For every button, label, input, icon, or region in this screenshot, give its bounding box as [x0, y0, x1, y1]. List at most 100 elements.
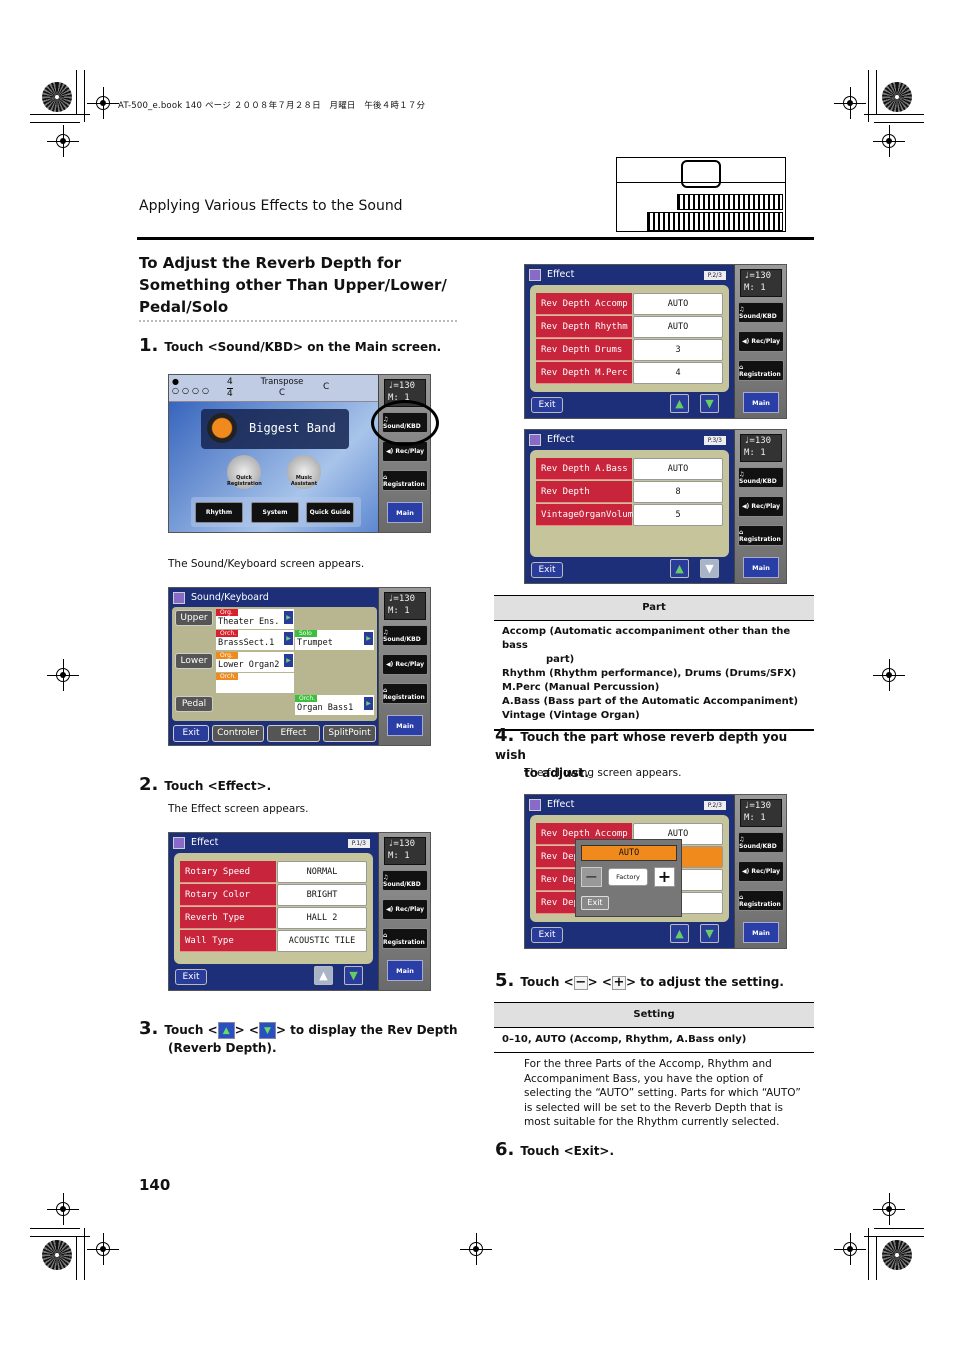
side-panel: ♩=130 M: 1 ♫ Sound/KBD ◀) Rec/Play ⌂ Regi…: [734, 265, 786, 418]
effect-value[interactable]: HALL 2: [277, 907, 367, 929]
rhythm-display[interactable]: Biggest Band: [201, 409, 349, 449]
system-button[interactable]: System: [251, 502, 299, 523]
transpose[interactable]: Transpose C: [257, 377, 307, 399]
registration-target-mark: [882, 82, 912, 112]
tone-cell[interactable]: Orch. BrassSect.1 ▶: [216, 630, 294, 650]
decrement-button[interactable]: −: [581, 867, 602, 887]
effect-row[interactable]: Rotary Color BRIGHT: [180, 884, 367, 906]
exit-button[interactable]: Exit: [531, 927, 563, 943]
rec-play-button[interactable]: ◀) Rec/Play: [382, 899, 428, 920]
effect-value[interactable]: AUTO: [633, 316, 723, 338]
rec-play-button[interactable]: ◀) Rec/Play: [382, 654, 428, 675]
sound-kbd-button[interactable]: ♫ Sound/KBD: [738, 467, 784, 488]
transpose-label: Transpose: [260, 377, 304, 387]
scroll-up-button[interactable]: ▲: [314, 966, 333, 985]
effect-button[interactable]: Effect: [267, 725, 320, 742]
tone-select-arrow[interactable]: ▶: [364, 632, 373, 645]
popup-exit-button[interactable]: Exit: [581, 896, 609, 910]
main-button[interactable]: Main: [387, 502, 423, 523]
side-panel: ♩=130 M: 1 ♫ Sound/KBD ◀) Rec/Play ⌂ Regi…: [378, 588, 430, 745]
step-text: Touch <Exit>.: [520, 1144, 615, 1158]
exit-button[interactable]: Exit: [531, 562, 563, 578]
highlight-circle: [371, 400, 439, 446]
tone-select-arrow[interactable]: ▶: [284, 611, 293, 624]
effect-value[interactable]: NORMAL: [277, 861, 367, 883]
measure-value: M: 1: [388, 606, 410, 616]
exit-button[interactable]: Exit: [531, 397, 563, 413]
tone-cell[interactable]: Solo Trumpet ▶: [295, 630, 374, 650]
organ-upper-keys: [677, 194, 783, 210]
tone-name: Trumpet: [297, 638, 333, 648]
scroll-up-button[interactable]: ▲: [670, 394, 689, 413]
tone-select-arrow[interactable]: ▶: [284, 632, 293, 645]
effect-value[interactable]: 4: [633, 362, 723, 384]
sound-kbd-button[interactable]: ♫ Sound/KBD: [738, 302, 784, 323]
effect-value[interactable]: AUTO: [633, 293, 723, 315]
effect-row[interactable]: Rev Depth Drums 3: [536, 339, 723, 361]
effect-value[interactable]: 3: [633, 339, 723, 361]
scroll-up-button[interactable]: ▲: [670, 559, 689, 578]
exit-button[interactable]: Exit: [173, 725, 209, 742]
tone-select-arrow[interactable]: ▶: [364, 697, 373, 710]
main-button[interactable]: Main: [743, 922, 779, 943]
effect-value[interactable]: BRIGHT: [277, 884, 367, 906]
factory-button[interactable]: Factory: [608, 868, 648, 886]
main-button[interactable]: Main: [743, 392, 779, 413]
effect-value[interactable]: 5: [633, 504, 723, 526]
quick-guide-button[interactable]: Quick Guide: [306, 502, 354, 523]
tempo-value: ♩=130: [744, 801, 772, 811]
tone-cell[interactable]: Orch.: [216, 673, 294, 693]
tone-cell[interactable]: Orch. Organ Bass1 ▶: [295, 695, 374, 715]
controler-button[interactable]: Controler: [212, 725, 264, 742]
registration-button[interactable]: ⌂ Registration: [738, 525, 784, 546]
tone-select-arrow[interactable]: ▶: [284, 654, 293, 667]
scroll-down-button[interactable]: ▼: [700, 559, 719, 578]
scroll-down-button[interactable]: ▼: [700, 394, 719, 413]
music-assistant-button[interactable]: Music Assistant: [287, 455, 321, 489]
effect-row[interactable]: Reverb Type HALL 2: [180, 907, 367, 929]
registration-button[interactable]: ⌂ Registration: [382, 928, 428, 949]
registration-button[interactable]: ⌂ Registration: [738, 360, 784, 381]
main-button[interactable]: Main: [387, 715, 423, 736]
rec-play-button[interactable]: ◀) Rec/Play: [738, 861, 784, 882]
splitpoint-button[interactable]: SplitPoint: [323, 725, 376, 742]
effect-row[interactable]: Rev Depth Vintage8: [536, 481, 723, 519]
scroll-down-button[interactable]: ▼: [344, 966, 363, 985]
scroll-up-button[interactable]: ▲: [670, 924, 689, 943]
page-indicator: P.2/3: [703, 801, 726, 810]
sound-kbd-button[interactable]: ♫ Sound/KBD: [382, 625, 428, 646]
sound-kbd-button[interactable]: ♫ Sound/KBD: [382, 870, 428, 891]
effect-value[interactable]: 8: [633, 481, 723, 503]
sound-kbd-button[interactable]: ♫ Sound/KBD: [738, 832, 784, 853]
trim-line: [84, 1228, 85, 1280]
rec-play-button[interactable]: ◀) Rec/Play: [738, 496, 784, 517]
main-button[interactable]: Main: [743, 557, 779, 578]
increment-button[interactable]: +: [654, 867, 675, 887]
effect-row[interactable]: Wall Type ACOUSTIC TILE: [180, 930, 367, 952]
effect-row[interactable]: VintageOrganVolume 5: [536, 504, 723, 526]
effect-label: Rev Depth Rhythm: [536, 316, 632, 338]
rhythm-button[interactable]: Rhythm: [195, 502, 243, 523]
registration-button[interactable]: ⌂ Registration: [382, 470, 428, 491]
effect-value[interactable]: ACOUSTIC TILE: [277, 930, 367, 952]
effect-row[interactable]: Rev Depth A.Bass AUTO: [536, 458, 723, 480]
tone-cell[interactable]: Org. Theater Ens. ▶: [216, 609, 294, 629]
effect-row[interactable]: Rev Depth Accomp AUTO: [536, 293, 723, 315]
scroll-down-button[interactable]: ▼: [700, 924, 719, 943]
effect-row[interactable]: Rotary Speed NORMAL: [180, 861, 367, 883]
effect-row[interactable]: Rev Depth Rhythm AUTO: [536, 316, 723, 338]
part-pedal-button[interactable]: Pedal: [175, 696, 213, 712]
part-upper-button[interactable]: Upper: [175, 610, 213, 626]
registration-button[interactable]: ⌂ Registration: [738, 890, 784, 911]
rec-play-button[interactable]: ◀) Rec/Play: [738, 331, 784, 352]
tone-cell[interactable]: Org. Lower Organ2 ▶: [216, 652, 294, 672]
effect-value[interactable]: AUTO: [633, 458, 723, 480]
measure-value: M: 1: [388, 851, 410, 861]
exit-button[interactable]: Exit: [175, 969, 207, 985]
main-button[interactable]: Main: [387, 960, 423, 981]
effect-row[interactable]: Rev Depth M.Perc 4: [536, 362, 723, 384]
tempo-value: ♩=130: [744, 271, 772, 281]
part-lower-button[interactable]: Lower: [175, 653, 213, 669]
registration-button[interactable]: ⌂ Registration: [382, 683, 428, 704]
quick-registration-button[interactable]: Quick Registration: [227, 455, 262, 489]
